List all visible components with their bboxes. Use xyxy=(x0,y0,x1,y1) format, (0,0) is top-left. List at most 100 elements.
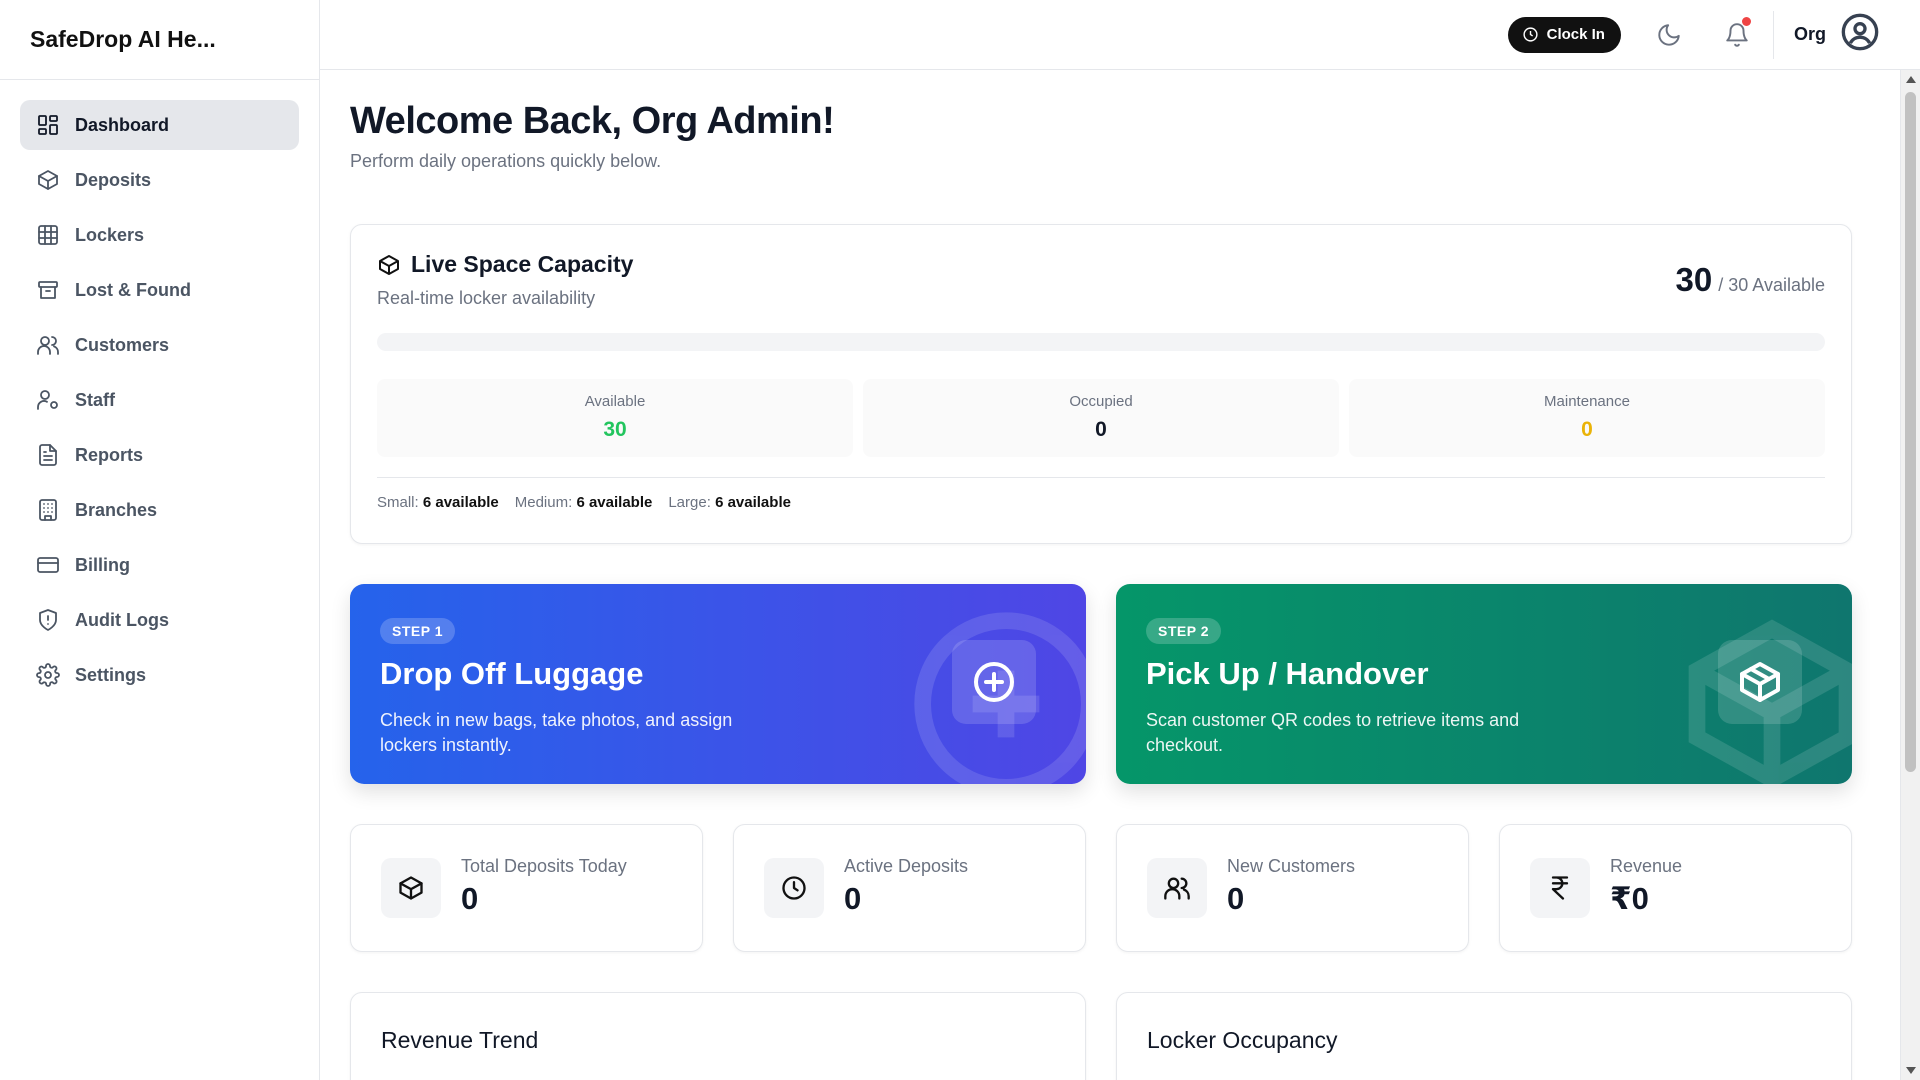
sidebar-item-lockers[interactable]: Lockers xyxy=(20,210,299,260)
sidebar-item-settings[interactable]: Settings xyxy=(20,650,299,700)
kpi-value: 0 xyxy=(1227,880,1245,916)
stat-label: Occupied xyxy=(1069,393,1133,410)
clock-in-button[interactable]: Clock In xyxy=(1507,16,1621,53)
file-icon xyxy=(39,444,57,466)
scroll-thumb[interactable] xyxy=(1905,92,1916,772)
size-value: 6 available xyxy=(576,494,653,511)
rupee-icon xyxy=(1530,858,1590,918)
kpi-label: Active Deposits xyxy=(844,855,969,876)
stat-value: 0 xyxy=(1581,418,1593,441)
size-label: Medium: xyxy=(514,494,573,511)
chart-row: Revenue Trend Locker Occupancy xyxy=(350,992,1852,1080)
shield-icon xyxy=(39,609,57,631)
chart-title: Revenue Trend xyxy=(381,1027,539,1053)
users-icon xyxy=(37,336,59,355)
dashboard-icon xyxy=(38,115,58,135)
sidebar-item-label: Reports xyxy=(75,444,144,465)
kpi-label: Total Deposits Today xyxy=(461,855,627,876)
clock-icon xyxy=(1523,27,1538,42)
scroll-up-arrow[interactable] xyxy=(1906,76,1916,83)
stat-available: Available 30 xyxy=(377,379,853,457)
user-name[interactable]: Org xyxy=(1794,24,1826,45)
action-description: Check in new bags, take photos, and assi… xyxy=(380,710,733,755)
sidebar-item-deposits[interactable]: Deposits xyxy=(20,155,299,205)
capacity-subtitle: Real-time locker availability xyxy=(377,288,596,308)
sidebar-item-label: Audit Logs xyxy=(75,609,169,630)
size-value: 6 available xyxy=(715,494,791,511)
plus-circle-icon xyxy=(952,640,1036,724)
sidebar-item-label: Staff xyxy=(75,389,115,410)
users-icon xyxy=(1147,858,1207,918)
revenue-trend-card: Revenue Trend xyxy=(350,992,1086,1080)
box-icon xyxy=(381,858,441,918)
sidebar-item-lost-found[interactable]: Lost & Found xyxy=(20,265,299,315)
gear-icon xyxy=(36,663,60,687)
page-scrollbar[interactable] xyxy=(1900,70,1920,1080)
kpi-total-deposits: Total Deposits Today 0 xyxy=(350,824,703,952)
size-availability: Small: 6 available Medium: 6 available L… xyxy=(377,477,1825,511)
size-value: 6 available xyxy=(422,494,499,511)
notifications-button[interactable] xyxy=(1719,16,1755,53)
sidebar-item-label: Dashboard xyxy=(75,114,170,135)
capacity-card: Live Space Capacity Real-time locker ava… xyxy=(350,224,1852,544)
stat-maintenance: Maintenance 0 xyxy=(1349,379,1825,457)
size-small: Small: 6 available xyxy=(377,494,499,511)
capacity-title-text: Live Space Capacity xyxy=(411,251,634,277)
size-label: Large: xyxy=(668,494,711,511)
theme-toggle-button[interactable] xyxy=(1651,17,1687,53)
capacity-title: Live Space Capacity xyxy=(377,251,1825,278)
main-content: Welcome Back, Org Admin! Perform daily o… xyxy=(350,70,1852,1080)
kpi-value: 0 xyxy=(461,880,479,916)
size-large: Large: 6 available xyxy=(668,494,791,511)
credit-card-icon xyxy=(37,557,59,573)
sidebar-item-staff[interactable]: Staff xyxy=(20,375,299,425)
action-row: STEP 1 Drop Off Luggage Check in new bag… xyxy=(350,584,1852,784)
sidebar-item-dashboard[interactable]: Dashboard xyxy=(20,100,299,150)
page-subtitle: Perform daily operations quickly below. xyxy=(350,151,662,171)
stat-label: Maintenance xyxy=(1544,393,1630,410)
grid-icon xyxy=(38,225,58,245)
sidebar-item-label: Settings xyxy=(75,664,147,685)
topbar-divider xyxy=(1772,10,1774,59)
building-icon xyxy=(39,499,57,521)
sidebar-item-billing[interactable]: Billing xyxy=(20,540,299,590)
page-title: Welcome Back, Org Admin! xyxy=(350,100,835,142)
sidebar-item-label: Customers xyxy=(75,334,170,355)
kpi-label: Revenue xyxy=(1610,855,1683,876)
kpi-row: Total Deposits Today 0 Active Deposits 0… xyxy=(350,824,1852,952)
kpi-active-deposits: Active Deposits 0 xyxy=(733,824,1086,952)
box-icon xyxy=(379,254,399,275)
step-badge: STEP 1 xyxy=(380,618,455,644)
sidebar-item-audit-logs[interactable]: Audit Logs xyxy=(20,595,299,645)
package-icon xyxy=(1718,640,1802,724)
kpi-label: New Customers xyxy=(1227,855,1356,876)
sidebar-item-label: Branches xyxy=(75,499,158,520)
action-description: Scan customer QR codes to retrieve items… xyxy=(1146,710,1520,755)
sidebar-item-reports[interactable]: Reports xyxy=(20,430,299,480)
capacity-stats: Available 30 Occupied 0 Maintenance 0 xyxy=(377,379,1825,457)
size-label: Small: xyxy=(377,494,419,511)
brand-title: SafeDrop AI He... xyxy=(0,0,319,80)
user-cog-icon xyxy=(37,390,58,410)
archive-icon xyxy=(38,281,58,299)
step-badge: STEP 2 xyxy=(1146,618,1221,644)
stat-value: 30 xyxy=(603,418,627,441)
top-bar: Clock In Org xyxy=(320,0,1920,70)
sidebar-item-label: Deposits xyxy=(75,169,152,190)
kpi-value: 0 xyxy=(844,880,862,916)
pick-up-card[interactable]: STEP 2 Pick Up / Handover Scan customer … xyxy=(1116,584,1852,784)
kpi-revenue: Revenue ₹0 xyxy=(1499,824,1852,952)
drop-off-card[interactable]: STEP 1 Drop Off Luggage Check in new bag… xyxy=(350,584,1086,784)
capacity-progress-bar xyxy=(377,333,1825,351)
box-icon xyxy=(38,170,58,190)
kpi-value: ₹0 xyxy=(1610,880,1649,916)
scroll-down-arrow[interactable] xyxy=(1906,1067,1916,1074)
sidebar-item-label: Billing xyxy=(75,554,130,575)
stat-occupied: Occupied 0 xyxy=(863,379,1339,457)
sidebar-item-customers[interactable]: Customers xyxy=(20,320,299,370)
sidebar-item-branches[interactable]: Branches xyxy=(20,485,299,535)
capacity-count: 30 / 30 Available xyxy=(1676,261,1825,299)
total-label: / 30 Available xyxy=(1718,275,1825,295)
sidebar-nav: Dashboard Deposits Lockers Lost & Found … xyxy=(0,80,319,700)
avatar[interactable] xyxy=(1840,12,1880,57)
